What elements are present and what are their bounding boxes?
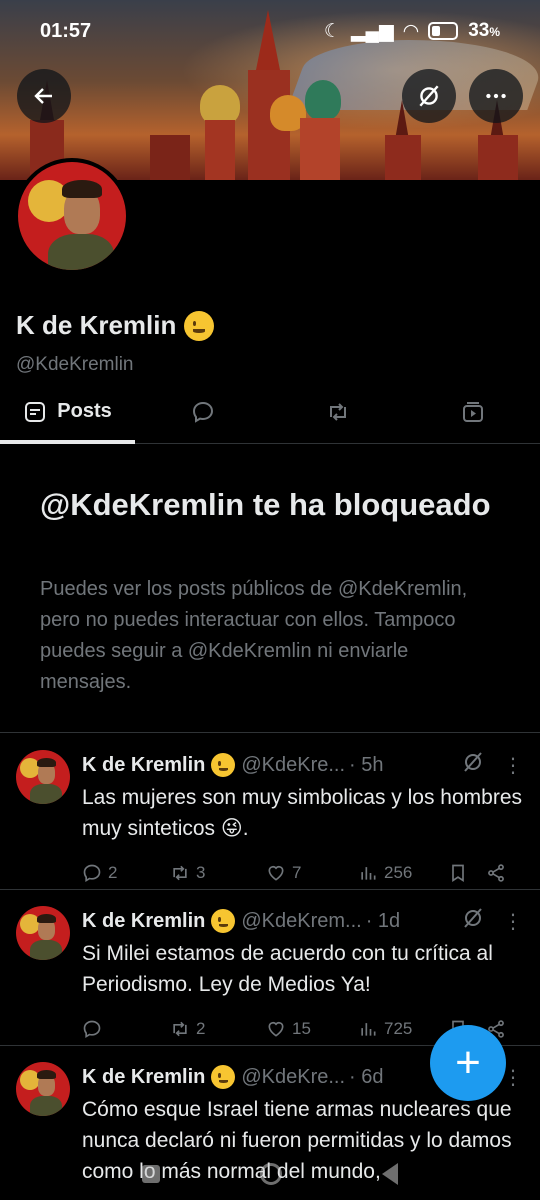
banner-tower <box>478 135 518 180</box>
tweet-text: Las mujeres son muy simbolicas y los hom… <box>82 786 522 840</box>
arrow-left-icon <box>34 88 52 104</box>
tweet-time: · 1d <box>365 909 401 932</box>
tweet-author-name: K de Kremlin <box>82 909 206 932</box>
more-horizontal-icon <box>486 93 506 99</box>
compose-button[interactable]: + <box>430 1025 506 1101</box>
wifi-icon: ◠ <box>403 20 419 42</box>
grok-button[interactable] <box>402 69 456 123</box>
grok-icon[interactable] <box>461 750 485 780</box>
reply-icon <box>83 864 101 882</box>
heart-icon <box>268 865 284 881</box>
tweet-author-handle: @KdeKre... <box>241 1065 346 1088</box>
reply-icon <box>83 1020 101 1038</box>
tab-media[interactable] <box>405 380 540 443</box>
battery-level: 33% <box>468 20 500 41</box>
views-button[interactable]: 725 <box>358 1019 448 1039</box>
bookmark-icon <box>452 864 464 883</box>
views-button[interactable]: 256 <box>358 863 448 883</box>
views-icon <box>361 1023 376 1036</box>
like-button[interactable]: 7 <box>266 863 358 883</box>
banner-dome <box>200 85 240 125</box>
retweet-icon <box>173 1021 187 1037</box>
status-bar: 01:57 ☾ ▂▄▆ ◠ 33% <box>0 0 540 62</box>
replies-icon <box>192 401 213 423</box>
tweet-text: Si Milei estamos de acuerdo con tu críti… <box>82 942 493 996</box>
tweet-author-name: K de Kremlin <box>82 753 206 776</box>
winking-face-icon <box>211 909 236 933</box>
tweet-time: · 6d <box>349 1065 384 1088</box>
retweet-button[interactable]: 2 <box>170 1019 266 1039</box>
share-button[interactable] <box>486 863 506 883</box>
plus-icon: + <box>455 1038 481 1087</box>
tweet-actions: 2 3 7 256 <box>82 860 522 886</box>
views-icon <box>361 867 376 880</box>
grok-icon[interactable] <box>461 906 485 936</box>
profile-name: K de Kremlin <box>16 310 215 341</box>
back-nav-button[interactable] <box>382 1163 398 1185</box>
reply-button[interactable]: 2 <box>82 863 170 883</box>
tweet-avatar[interactable] <box>16 1062 70 1116</box>
more-button[interactable] <box>469 69 523 123</box>
tab-posts[interactable]: Posts <box>0 380 135 444</box>
recents-button[interactable] <box>142 1165 160 1183</box>
profile-handle: @KdeKremlin <box>16 354 134 375</box>
status-time: 01:57 <box>40 19 92 42</box>
tweet-author-name: K de Kremlin <box>82 1065 206 1088</box>
more-vertical-icon[interactable]: ⋮ <box>503 909 523 934</box>
home-button[interactable] <box>260 1163 282 1185</box>
tweet-avatar[interactable] <box>16 750 70 804</box>
block-notice-title: @KdeKremlin te ha bloqueado <box>40 487 491 522</box>
more-vertical-icon[interactable]: ⋮ <box>503 1065 523 1090</box>
retweet-icon <box>329 402 346 421</box>
tweet-divider <box>0 889 540 890</box>
winking-face-icon <box>211 753 236 777</box>
tweet-avatar[interactable] <box>16 906 70 960</box>
bookmark-button[interactable] <box>448 863 486 883</box>
more-vertical-icon[interactable]: ⋮ <box>503 753 523 778</box>
banner-tower <box>300 118 340 180</box>
retweet-button[interactable]: 3 <box>170 863 266 883</box>
tab-retweets[interactable] <box>270 380 405 443</box>
winking-face-icon <box>184 310 215 341</box>
tab-replies[interactable] <box>135 380 270 443</box>
tweet[interactable]: K de Kremlin @KdeKrem... · 1d ⋮ Si Milei… <box>0 906 540 1042</box>
grok-icon <box>419 85 439 107</box>
like-button[interactable]: 15 <box>266 1019 358 1039</box>
banner-dome <box>305 80 341 120</box>
heart-icon <box>268 1021 284 1037</box>
status-icons: ☾ ▂▄▆ ◠ 33% <box>324 20 500 43</box>
system-nav-bar <box>0 1148 540 1200</box>
share-icon <box>488 864 504 882</box>
tweet-author-handle: @KdeKrem... <box>241 909 362 932</box>
profile-tabs: Posts <box>0 380 540 444</box>
profile-avatar[interactable] <box>14 158 130 274</box>
winking-face-icon <box>211 1065 236 1089</box>
tweet[interactable]: K de Kremlin @KdeKre... · 5h ⋮ Las mujer… <box>0 750 540 886</box>
banner-tower <box>150 135 190 180</box>
posts-icon <box>25 401 46 422</box>
banner-tower <box>205 120 235 180</box>
battery-icon <box>428 22 459 40</box>
tweet-time: · 5h <box>349 753 384 776</box>
reply-button[interactable] <box>82 1019 170 1039</box>
retweet-icon <box>173 865 187 881</box>
section-divider <box>0 732 540 733</box>
moon-icon: ☾ <box>323 20 341 42</box>
back-button[interactable] <box>17 69 71 123</box>
banner-tower <box>385 135 421 180</box>
media-icon <box>462 401 483 422</box>
tweet-author-handle: @KdeKre... <box>241 753 346 776</box>
block-notice-text: Puedes ver los posts públicos de @KdeKre… <box>40 578 468 693</box>
signal-icon: ▂▄▆ <box>350 20 394 42</box>
